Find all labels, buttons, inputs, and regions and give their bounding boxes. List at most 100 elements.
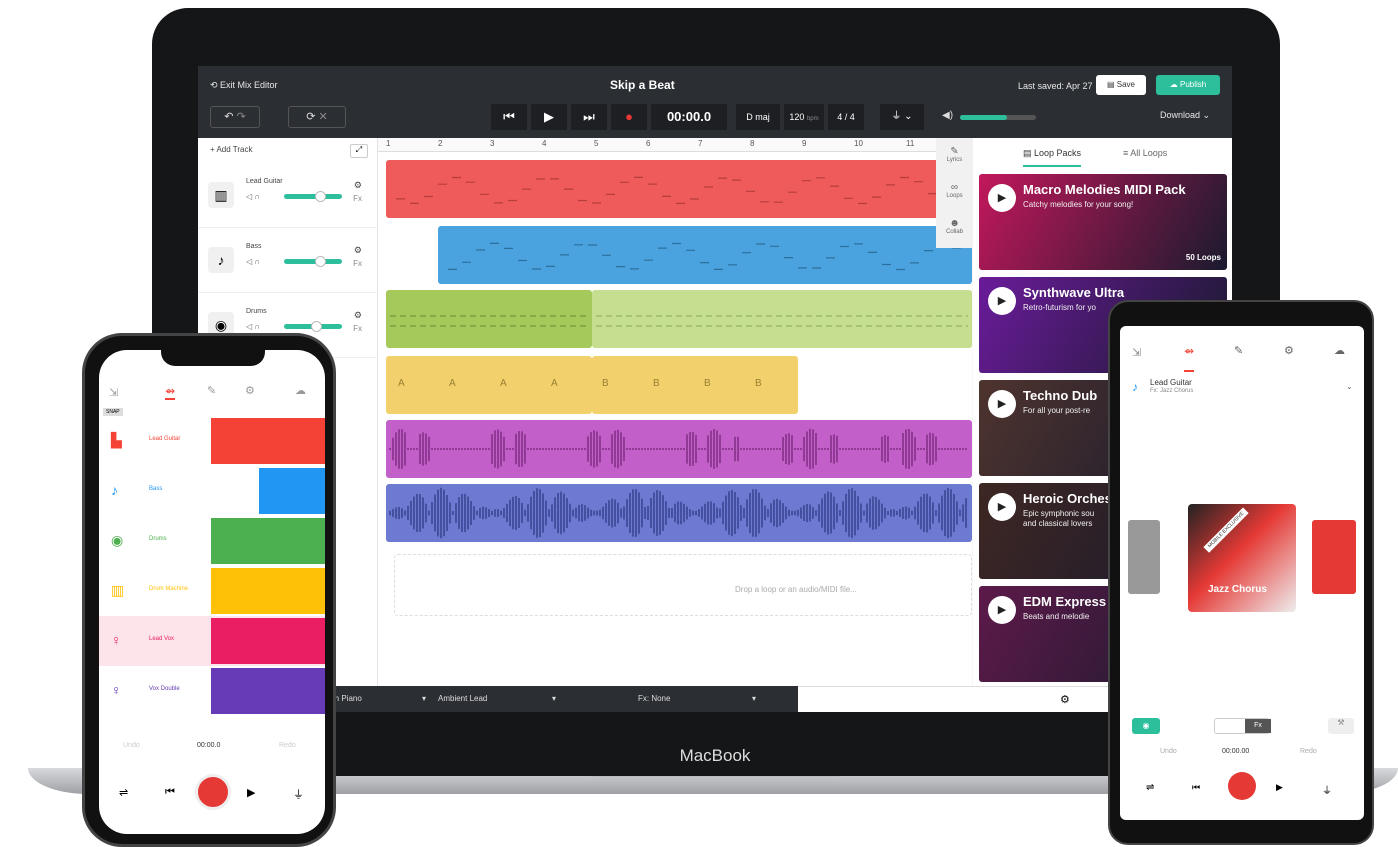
preset-card-next[interactable] [1312, 520, 1356, 594]
fx-toggle[interactable]: Fx [1214, 718, 1271, 734]
track-header[interactable]: ▥ Lead Guitar ◁ ∩ ⚙ Fx [198, 164, 378, 228]
timeline-clip[interactable] [438, 226, 972, 284]
track-volume-slider[interactable] [284, 256, 342, 267]
loop-pack-card[interactable]: ▶ Macro Melodies MIDI Pack Catchy melodies… [979, 174, 1227, 270]
gear-icon[interactable]: ⚙ [245, 384, 255, 397]
mute-solo-icons[interactable]: ◁ ∩ [246, 192, 260, 201]
cloud-icon[interactable]: ☁ [295, 384, 306, 397]
iphone-track-row[interactable]: ♪ Bass [99, 466, 325, 516]
record-button[interactable]: ● [611, 104, 647, 130]
timeline-clip[interactable] [386, 160, 972, 218]
iphone-track-row[interactable]: ♀ Vox Double [99, 666, 325, 716]
undo-redo-group[interactable]: ↶ ↷ [210, 106, 260, 128]
iphone-track-row[interactable]: ▙ Lead Guitar [99, 416, 325, 466]
gear-icon[interactable]: ⚙ [354, 245, 362, 256]
metronome-button[interactable]: ⏚ ⌄ [880, 104, 924, 130]
play-icon[interactable]: ▶ [988, 493, 1016, 521]
iphone-track-row[interactable]: ▥ Drum Machine [99, 566, 325, 616]
timeline-clip[interactable] [592, 356, 798, 414]
track-header[interactable]: ♪ Bass ◁ ∩ ⚙ Fx [198, 229, 378, 293]
undo-icon[interactable]: ↶ [224, 111, 233, 123]
iphone-track-row[interactable]: ♀ Lead Vox [99, 616, 325, 666]
play-icon[interactable]: ▶ [988, 184, 1016, 212]
chevron-down-icon[interactable]: ▾ [752, 694, 756, 703]
drum-icon[interactable]: ◉ [1132, 718, 1160, 734]
track-volume-slider[interactable] [284, 191, 342, 202]
play-button[interactable]: ▶ [531, 104, 567, 130]
fx-select[interactable]: Fx: None [638, 694, 670, 703]
key-selector[interactable]: D maj [736, 104, 780, 130]
side-tab-loops[interactable]: ∞ Loops [936, 182, 973, 199]
side-tab-lyrics[interactable]: ✎ Lyrics [936, 146, 973, 163]
side-tab-collab[interactable]: ☻ Collab [936, 218, 973, 235]
save-button[interactable]: ▤ Save [1096, 75, 1146, 95]
mute-solo-icons[interactable]: ◁ ∩ [246, 322, 260, 331]
skip-back-icon[interactable]: ⏮ [1192, 782, 1200, 793]
pencil-icon[interactable]: ✎ [1234, 344, 1243, 357]
tab-all-loops[interactable]: ≡ All Loops [1123, 148, 1167, 158]
tab-loop-packs[interactable]: ▤ Loop Packs [1023, 148, 1082, 167]
undo-button[interactable]: Undo [1160, 748, 1177, 755]
timeline-clip[interactable] [386, 484, 972, 542]
timeline-ruler[interactable]: 1 2 3 4 5 6 7 8 9 10 11 [378, 138, 972, 152]
undo-button[interactable]: Undo [123, 742, 140, 749]
mixer-icon[interactable]: ⇌ [119, 786, 128, 799]
iphone-track-row[interactable]: ◉ Drums [99, 516, 325, 566]
iphone-clip[interactable] [211, 518, 325, 564]
slider-knob[interactable] [314, 191, 326, 202]
cut-icon[interactable]: ✕ [319, 111, 328, 123]
tracks-tab-icon[interactable]: ⇴ [1184, 344, 1195, 372]
gear-icon[interactable]: ⚙ [1060, 693, 1070, 706]
skip-back-button[interactable]: ⏮ [491, 104, 527, 130]
timeline-clip[interactable] [386, 290, 592, 348]
record-button[interactable] [1228, 772, 1256, 800]
iphone-clip[interactable] [211, 668, 325, 714]
publish-button[interactable]: ☁ Publish [1156, 75, 1220, 95]
mute-solo-icons[interactable]: ◁ ∩ [246, 257, 260, 266]
slider-knob[interactable] [310, 321, 322, 332]
preset-card-active[interactable]: MOBILE EXCLUSIVE Jazz Chorus [1188, 504, 1296, 612]
tracks-tab-icon[interactable]: ⇴ [165, 384, 176, 400]
preset-card-prev[interactable] [1128, 520, 1160, 594]
redo-button[interactable]: Redo [1300, 748, 1317, 755]
chevron-down-icon[interactable]: ⌄ [1346, 382, 1353, 391]
iphone-clip[interactable] [211, 418, 325, 464]
play-icon[interactable]: ▶ [1276, 782, 1283, 793]
timeline-clip[interactable] [386, 356, 592, 414]
drop-zone[interactable]: Drop a loop or an audio/MIDI file... [394, 554, 972, 616]
add-track-button[interactable]: + Add Track [210, 145, 252, 154]
slider-knob[interactable] [314, 256, 326, 267]
fx-button[interactable]: Fx [353, 324, 362, 333]
gear-icon[interactable]: ⚙ [1284, 344, 1294, 357]
skip-forward-button[interactable]: ⏭ [571, 104, 607, 130]
metronome-icon[interactable]: ⏚ [1322, 782, 1332, 797]
import-icon[interactable]: ⇲ [109, 386, 118, 399]
metronome-icon[interactable]: ⏚ [293, 786, 304, 802]
master-volume-slider[interactable] [960, 115, 1036, 120]
iphone-clip[interactable] [211, 568, 325, 614]
preset-select[interactable]: Ambient Lead [438, 694, 487, 703]
redo-icon[interactable]: ↷ [237, 111, 246, 123]
loop-cut-group[interactable]: ⟳ ✕ [288, 106, 346, 128]
collapse-icon[interactable]: ⤢ [350, 144, 368, 158]
loop-icon[interactable]: ⟳ [306, 111, 315, 123]
skip-back-icon[interactable]: ⏮ [165, 786, 175, 799]
iphone-clip[interactable] [259, 468, 325, 514]
chevron-down-icon[interactable]: ▾ [422, 694, 426, 703]
fx-button[interactable]: Fx [353, 194, 362, 203]
play-icon[interactable]: ▶ [988, 287, 1016, 315]
gear-icon[interactable]: ⚙ [354, 310, 362, 321]
gear-icon[interactable]: ⚙ [354, 180, 362, 191]
record-button[interactable] [195, 774, 231, 810]
pencil-icon[interactable]: ✎ [207, 384, 216, 397]
timeline-clip[interactable] [592, 290, 972, 348]
download-menu[interactable]: Download ⌄ [1160, 110, 1210, 121]
tempo-field[interactable]: 120 bpm [784, 104, 824, 130]
play-icon[interactable]: ▶ [988, 596, 1016, 624]
timeline-clip[interactable] [386, 420, 972, 478]
exit-mix-editor-link[interactable]: ⟲ Exit Mix Editor [210, 80, 278, 91]
wrench-icon[interactable]: ⚒ [1328, 718, 1354, 734]
play-icon[interactable]: ▶ [247, 786, 255, 799]
mixer-icon[interactable]: ⇌ [1146, 782, 1154, 793]
meter-selector[interactable]: 4 / 4 [828, 104, 864, 130]
